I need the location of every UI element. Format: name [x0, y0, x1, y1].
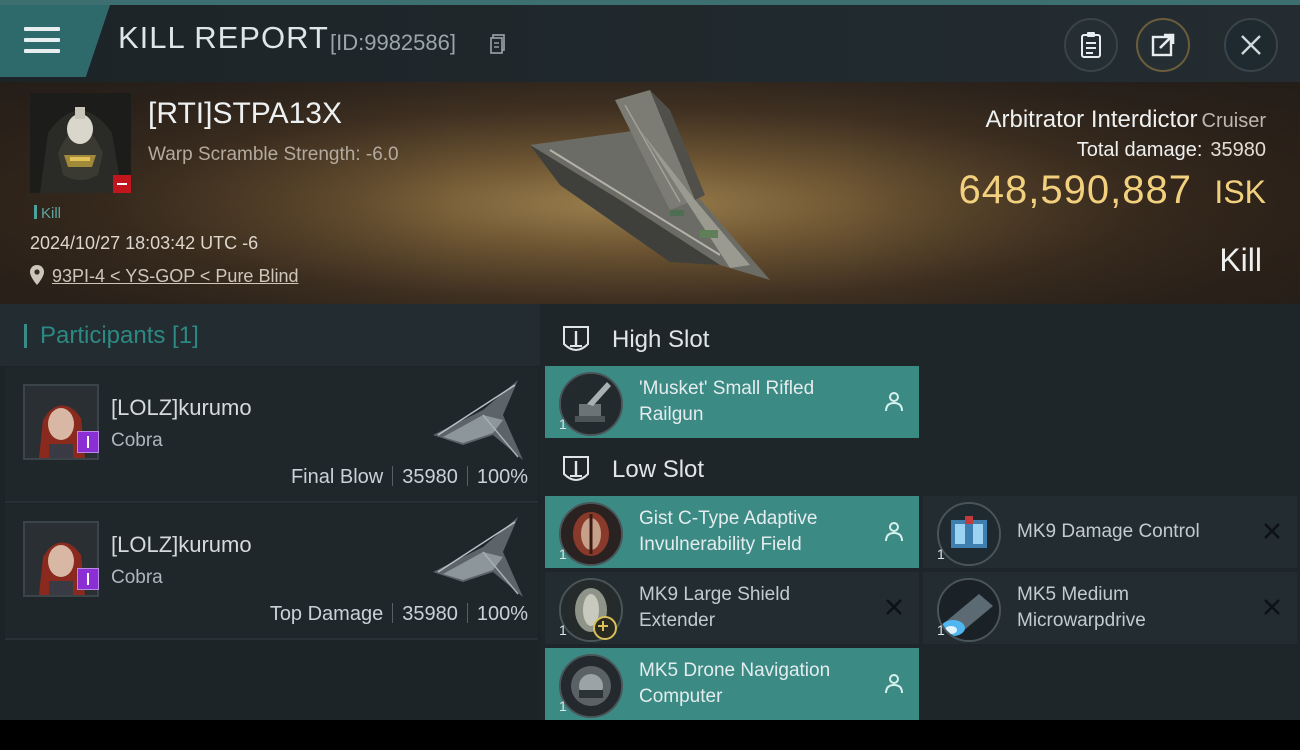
kill-report-window: KILL REPORT [ID:9982586] [RTI]STPA13X Wa…: [0, 0, 1300, 720]
module-slot-fitted[interactable]: 1 'Musket' Small Rifled Railgun: [545, 366, 919, 438]
fittings-panel: High Slot 1 'Musket' Small Rifled Railgu…: [540, 304, 1300, 720]
participant-ship-image: [433, 380, 523, 460]
participant-badge: [77, 431, 99, 453]
high-slot-icon: [563, 326, 589, 351]
header-bar: KILL REPORT [ID:9982586]: [0, 0, 1300, 82]
warp-scramble-strength: Warp Scramble Strength: -6.0: [148, 144, 399, 165]
participant-damage: 35980: [402, 603, 458, 625]
module-name: MK5 Medium Microwarpdrive: [1017, 584, 1146, 631]
plus-icon: [593, 616, 617, 640]
header-accent-line: [0, 0, 1300, 5]
module-quantity: 1: [937, 622, 945, 638]
low-slot-title: Low Slot: [612, 456, 705, 483]
participant-role: Top Damage: [269, 603, 384, 625]
participant-percent: 100%: [476, 603, 528, 625]
damage-control-module-icon: [937, 502, 1001, 566]
low-slot-icon: [563, 456, 589, 481]
close-icon: [1241, 35, 1261, 55]
participant-ship: Cobra: [111, 430, 163, 451]
module-slot-destroyed[interactable]: 1 MK5 Medium Microwarpdrive: [923, 572, 1297, 644]
share-icon: [1151, 33, 1175, 57]
kill-location-link[interactable]: 93PI-4 < YS-GOP < Pure Blind: [52, 266, 298, 287]
copy-icon[interactable]: [490, 34, 506, 54]
participant-badge: [77, 568, 99, 590]
participant-damage: 35980: [402, 466, 458, 488]
share-button[interactable]: [1136, 18, 1190, 72]
victim-banner: [RTI]STPA13X Warp Scramble Strength: -6.…: [0, 82, 1300, 304]
victim-ship-name[interactable]: Arbitrator Interdictor Cruiser: [985, 106, 1266, 134]
module-name: 'Musket' Small Rifled Railgun: [639, 378, 815, 425]
fitted-pilot-icon: [885, 674, 903, 694]
report-id: [ID:9982586]: [330, 30, 456, 55]
corp-badge: [113, 175, 131, 193]
participant-ship-image: [433, 517, 523, 597]
screen-bottom-bar: [0, 720, 1300, 750]
victim-ship-image: [530, 90, 770, 280]
module-name: Gist C-Type Adaptive Invulnerability Fie…: [639, 508, 818, 555]
participant-stats: Top Damage 35980 100%: [270, 603, 528, 626]
kill-datetime: 2024/10/27 18:03:42 UTC -6: [30, 233, 259, 253]
victim-name[interactable]: [RTI]STPA13X: [148, 97, 342, 131]
module-slot-destroyed[interactable]: 1 MK9 Large Shield Extender: [545, 572, 919, 644]
module-quantity: 1: [559, 698, 567, 714]
module-slot-destroyed[interactable]: 1 MK9 Damage Control: [923, 496, 1297, 568]
module-quantity: 1: [937, 546, 945, 562]
participant-name[interactable]: [LOLZ]kurumo: [111, 532, 252, 558]
module-name: MK9 Large Shield Extender: [639, 584, 791, 631]
railgun-module-icon: [559, 372, 623, 436]
high-slot-header: High Slot: [540, 310, 920, 368]
participant-row[interactable]: [LOLZ]kurumo Cobra Final Blow 35980 100%: [5, 367, 538, 503]
total-damage: Total damage: 35980: [1077, 139, 1266, 162]
participant-role: Final Blow: [290, 466, 384, 488]
clipboard-icon: [1081, 32, 1101, 58]
destroyed-x-icon: [1264, 599, 1280, 615]
module-quantity: 1: [559, 546, 567, 562]
shield-hardener-module-icon: [559, 502, 623, 566]
participant-name[interactable]: [LOLZ]kurumo: [111, 395, 252, 421]
module-quantity: 1: [559, 416, 567, 432]
participants-title: Participants [1]: [40, 322, 199, 349]
isk-value: 648,590,887: [958, 168, 1192, 212]
high-slot-title: High Slot: [612, 326, 710, 353]
participant-percent: 100%: [476, 466, 528, 488]
module-quantity: 1: [559, 622, 567, 638]
participant-ship: Cobra: [111, 567, 163, 588]
participant-stats: Final Blow 35980 100%: [291, 466, 528, 489]
participants-header-accent: [24, 324, 27, 348]
low-slot-header: Low Slot: [540, 440, 920, 498]
drone-navigation-module-icon: [559, 654, 623, 718]
microwarpdrive-module-icon: [937, 578, 1001, 642]
total-damage-value: 35980: [1210, 139, 1266, 161]
module-slot-fitted[interactable]: 1 Gist C-Type Adaptive Invulnerability F…: [545, 496, 919, 568]
module-name: MK9 Damage Control: [1017, 521, 1200, 542]
participants-header: Participants [1]: [0, 304, 540, 366]
participants-panel: Participants [1] [LOLZ]kurumo Cobra Fina…: [0, 304, 540, 720]
result-label: Kill: [1219, 242, 1262, 278]
close-button[interactable]: [1224, 18, 1278, 72]
destroyed-x-icon: [1264, 523, 1280, 539]
ship-class: Cruiser: [1201, 110, 1266, 132]
fitted-pilot-icon: [885, 392, 903, 412]
module-slot-fitted[interactable]: 1 MK5 Drone Navigation Computer: [545, 648, 919, 720]
participant-row[interactable]: [LOLZ]kurumo Cobra Top Damage 35980 100%: [5, 504, 538, 640]
clipboard-button[interactable]: [1064, 18, 1118, 72]
hamburger-menu-icon: [24, 27, 60, 57]
module-name: MK5 Drone Navigation Computer: [639, 660, 831, 707]
fitted-pilot-icon: [885, 522, 903, 542]
ship-name-text: Arbitrator Interdictor: [985, 106, 1198, 133]
location-pin-icon: [30, 265, 44, 285]
kill-tag: Kill: [34, 205, 61, 222]
menu-button[interactable]: [0, 5, 110, 77]
destroyed-x-icon: [886, 599, 902, 615]
isk-label: ISK: [1214, 174, 1266, 210]
total-damage-label: Total damage:: [1076, 139, 1203, 161]
page-title: KILL REPORT: [118, 20, 329, 55]
